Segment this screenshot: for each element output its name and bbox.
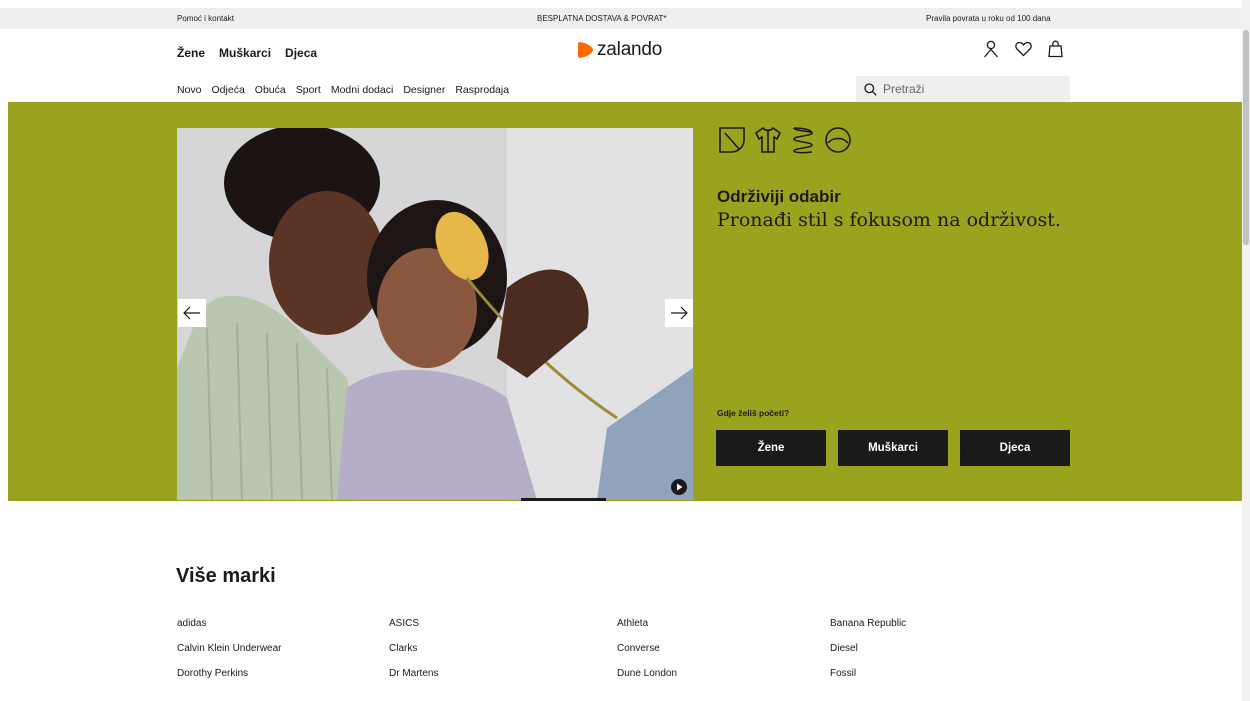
user-icon[interactable]	[982, 40, 1000, 58]
cat-nav-clothing[interactable]: Odjeća	[212, 84, 245, 96]
brand-link[interactable]: Calvin Klein Underwear	[177, 641, 389, 656]
brand-link[interactable]: Dune London	[617, 666, 830, 681]
circle-icon	[825, 127, 851, 153]
cat-nav-designer[interactable]: Designer	[403, 84, 445, 96]
gender-nav: Žene Muškarci Djeca	[177, 46, 317, 60]
hero-kids-button[interactable]: Djeca	[960, 430, 1070, 466]
cat-nav-sale[interactable]: Rasprodaja	[455, 84, 509, 96]
cat-nav-new[interactable]: Novo	[177, 84, 202, 96]
brand-link[interactable]: Athleta	[617, 616, 830, 631]
zalando-logo[interactable]: zalando	[578, 39, 662, 61]
hero-image	[177, 128, 693, 500]
brand-link[interactable]: adidas	[177, 616, 389, 631]
brand-link[interactable]: Dorothy Perkins	[177, 666, 389, 681]
bag-icon[interactable]	[1046, 40, 1064, 58]
heart-icon[interactable]	[1014, 40, 1032, 58]
hero-banner: Održiviji odabir Pronađi stil s fokusom …	[8, 102, 1242, 501]
search-icon	[864, 82, 877, 96]
scrollbar-thumb[interactable]	[1243, 30, 1249, 245]
page-scrollbar[interactable]	[1242, 0, 1250, 701]
brand-link[interactable]: Dr Martens	[389, 666, 617, 681]
gender-nav-men[interactable]: Muškarci	[219, 46, 271, 60]
sustainability-icons	[717, 125, 853, 155]
brand-link[interactable]: Diesel	[830, 641, 1042, 656]
cat-nav-shoes[interactable]: Obuća	[255, 84, 286, 96]
cat-nav-sport[interactable]: Sport	[296, 84, 321, 96]
play-icon	[676, 483, 682, 491]
brand-link[interactable]: Fossil	[830, 666, 1042, 681]
help-contact-link[interactable]: Pomoć i kontakt	[177, 14, 234, 23]
returns-policy-link[interactable]: Pravila povrata u roku od 100 dana	[926, 14, 1051, 23]
shirt-icon	[754, 126, 782, 153]
carousel-progress	[521, 498, 606, 501]
brand-link[interactable]: Banana Republic	[830, 616, 1042, 631]
leaf-icon	[719, 127, 745, 153]
free-shipping-notice[interactable]: BESPLATNA DOSTAVA & POVRAT*	[537, 14, 667, 23]
hero-prompt: Gdje želiš početi?	[717, 408, 790, 418]
brand-grid: adidas ASICS Athleta Banana Republic Cal…	[177, 616, 1077, 681]
hero-men-button[interactable]: Muškarci	[838, 430, 948, 466]
video-play-button[interactable]	[671, 479, 687, 495]
hero-women-button[interactable]: Žene	[716, 430, 826, 466]
hero-title: Održiviji odabir	[717, 187, 841, 206]
gender-nav-women[interactable]: Žene	[177, 46, 205, 60]
hero-prev-button[interactable]	[178, 299, 206, 327]
recycle-icon	[793, 127, 813, 154]
utility-bar: Pomoć i kontakt BESPLATNA DOSTAVA & POVR…	[0, 8, 1242, 29]
gender-nav-kids[interactable]: Djeca	[285, 46, 317, 60]
arrow-right-icon	[671, 306, 688, 320]
cat-nav-accessories[interactable]: Modni dodaci	[331, 84, 393, 96]
search-input[interactable]	[883, 82, 1053, 96]
brand-link[interactable]: Converse	[617, 641, 830, 656]
brand-link[interactable]: ASICS	[389, 616, 617, 631]
logo-text: zalando	[597, 39, 663, 60]
hero-subtitle: Pronađi stil s fokusom na održivost.	[717, 209, 1061, 231]
hero-next-button[interactable]	[665, 299, 693, 327]
logo-mark-icon	[578, 42, 593, 58]
search-box[interactable]	[856, 76, 1070, 102]
category-nav: Novo Odjeća Obuća Sport Modni dodaci Des…	[177, 84, 509, 96]
brand-link[interactable]: Clarks	[389, 641, 617, 656]
arrow-left-icon	[183, 306, 200, 320]
brands-title: Više marki	[176, 565, 276, 587]
header-icons	[982, 40, 1064, 58]
